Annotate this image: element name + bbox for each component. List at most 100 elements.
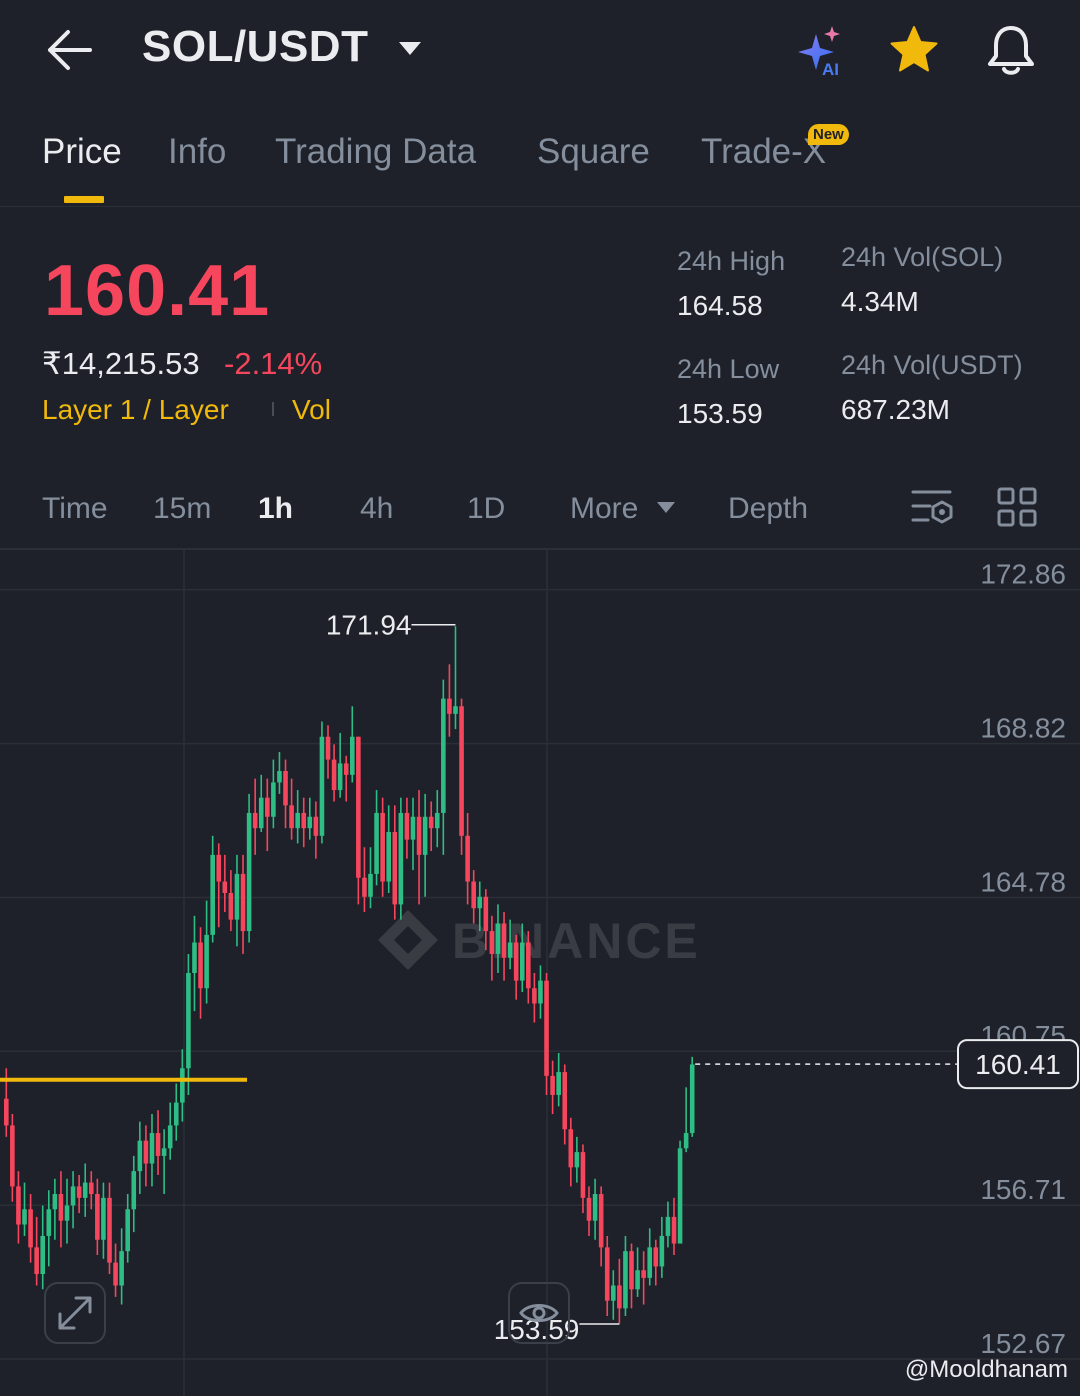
last-price: 160.41 (44, 251, 271, 331)
tab-trading-data[interactable]: Trading Data (275, 132, 476, 172)
candle-body (34, 1247, 39, 1275)
candle-body (210, 854, 215, 935)
candle-body (447, 698, 452, 714)
expand-chart-button[interactable] (44, 1282, 106, 1344)
candle-body (392, 832, 398, 905)
tab-info[interactable]: Info (168, 132, 226, 172)
candle-body (671, 1216, 677, 1244)
candle-body (349, 736, 355, 775)
candle-body (222, 881, 228, 893)
candle-body (416, 816, 422, 855)
tab-bar: Price Info Trading Data Square Trade-X N… (0, 124, 1080, 207)
ai-label: AI (822, 60, 839, 78)
candle-body (46, 1209, 52, 1236)
candle-body (410, 816, 416, 840)
interval-4h[interactable]: 4h (360, 492, 393, 526)
tab-price[interactable]: Price (42, 132, 122, 172)
category-tag[interactable]: Layer 1 / Layer (42, 394, 229, 426)
candle-body (70, 1186, 76, 1206)
candle-body (635, 1270, 640, 1290)
pair-title[interactable]: SOL/USDT (142, 22, 368, 72)
candle-body (623, 1251, 628, 1309)
price-change-percent: -2.14% (224, 346, 323, 381)
candle-body (325, 736, 331, 760)
grid-layout-icon[interactable] (996, 486, 1038, 528)
candle-body (653, 1247, 659, 1267)
candle-body (40, 1235, 46, 1275)
candle-body (386, 832, 392, 882)
candle-body (665, 1216, 671, 1236)
candle-body (380, 812, 385, 882)
candle-body (228, 892, 234, 920)
candle-body (677, 1148, 683, 1244)
candle-body (598, 1194, 604, 1248)
candle-body (204, 934, 209, 989)
candle-body (434, 812, 440, 829)
candle-body (107, 1197, 112, 1263)
candle-body (368, 873, 373, 897)
indicator-settings-icon[interactable] (910, 486, 956, 530)
candle-body (422, 816, 428, 855)
watermark-credit: @Mooldhanam (904, 1356, 1068, 1383)
candle-body (459, 706, 464, 836)
ai-sparkle-icon[interactable]: AI (792, 24, 848, 78)
candle-body (337, 763, 343, 791)
candle-body (289, 805, 294, 829)
interval-depth[interactable]: Depth (728, 492, 808, 526)
candle-body (441, 698, 446, 813)
candle-body (374, 812, 379, 874)
candle-body (313, 816, 319, 836)
candle-body (574, 1152, 580, 1168)
candle-body (101, 1197, 106, 1240)
candle-body (240, 873, 246, 932)
interval-more[interactable]: More (570, 492, 638, 526)
new-badge: New (808, 124, 849, 145)
interval-1h[interactable]: 1h (258, 492, 293, 526)
bell-icon[interactable] (984, 22, 1038, 78)
tab-square[interactable]: Square (537, 132, 650, 172)
candle-body (519, 942, 525, 981)
candle-body (604, 1247, 610, 1301)
candle-body (629, 1251, 634, 1290)
candle-body (22, 1209, 27, 1225)
candle-body (611, 1285, 616, 1301)
candle-body (513, 942, 519, 981)
candle-body (362, 877, 367, 897)
candle-body (343, 763, 349, 775)
fiat-price: ₹14,215.53 (42, 346, 200, 381)
candle-body (453, 706, 458, 714)
candle-body (489, 931, 495, 954)
candle-body (88, 1182, 94, 1195)
star-icon[interactable] (888, 24, 940, 76)
candle-body (404, 812, 410, 840)
candle-body (155, 1133, 161, 1156)
candle-body (76, 1186, 82, 1198)
candle-body (495, 923, 501, 954)
candle-body (277, 771, 282, 783)
candle-body (465, 835, 470, 882)
candlestick-chart[interactable]: 172.86168.82164.78160.75156.71152.67BINA… (0, 550, 1080, 1396)
binance-watermark: BINANCE (378, 910, 698, 970)
candle-body (16, 1186, 21, 1225)
expand-icon (58, 1296, 92, 1330)
candle-body (647, 1247, 653, 1278)
candle-body (307, 816, 313, 829)
interval-time[interactable]: Time (42, 492, 108, 526)
last-price-label: 160.41 (975, 1049, 1061, 1080)
toggle-view-button[interactable] (508, 1282, 570, 1344)
vol-tag[interactable]: Vol (292, 394, 331, 426)
caret-down-icon[interactable] (398, 40, 422, 56)
candle-body (246, 812, 252, 932)
interval-1d[interactable]: 1D (467, 492, 505, 526)
candle-body (301, 812, 307, 829)
back-arrow-icon[interactable] (44, 26, 96, 74)
candle-body (562, 1072, 568, 1130)
candle-body (507, 942, 513, 958)
y-tick-label: 164.78 (980, 867, 1066, 898)
candle-body (161, 1148, 167, 1156)
candle-body (471, 881, 476, 909)
more-caret-icon[interactable] (656, 500, 676, 514)
interval-15m[interactable]: 15m (153, 492, 211, 526)
high-value: 164.58 (677, 290, 763, 321)
candle-body (137, 1140, 143, 1172)
